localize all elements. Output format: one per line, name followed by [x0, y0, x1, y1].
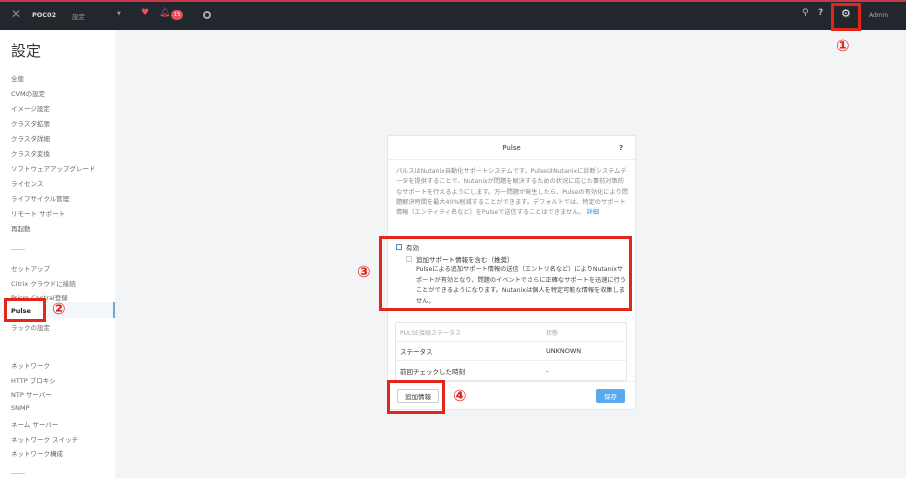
task-status-icon[interactable] [203, 11, 211, 19]
cluster-name: POC02 [32, 11, 57, 19]
sidebar-item[interactable]: イメージ設定 [11, 103, 50, 113]
sidebar-item-pulse-highlight: Pulse [11, 307, 31, 315]
sidebar-item[interactable]: Citrix クラウドに接続 [11, 278, 76, 288]
help-icon[interactable]: ? [619, 144, 623, 152]
user-menu[interactable]: Admin [869, 12, 888, 19]
sidebar-item[interactable]: HTTP プロキシ [11, 375, 56, 385]
sidebar-item[interactable]: ラックの設定 [11, 322, 50, 332]
sidebar-item[interactable]: 全般 [11, 73, 24, 83]
sidebar-item[interactable]: リモート サポート [11, 208, 65, 218]
help-icon[interactable]: ? [818, 8, 823, 18]
details-link[interactable]: 詳細 [587, 209, 599, 216]
sidebar-item[interactable]: ネットワーク構成 [11, 448, 63, 458]
annotation-box-3 [379, 236, 632, 311]
sidebar-item[interactable]: ネットワーク スイッチ [11, 434, 78, 444]
sidebar-item[interactable]: 再起動 [11, 223, 31, 233]
sidebar-item[interactable]: ライフサイクル管理 [11, 193, 69, 203]
sidebar-item[interactable]: ソフトウェアアップグレード [11, 163, 96, 173]
divider [11, 473, 25, 474]
annotation-3: ③ [357, 262, 371, 281]
sidebar-item[interactable]: CVMの設定 [11, 88, 45, 98]
dialog-title: Pulse [502, 143, 521, 152]
annotation-4: ④ [453, 386, 467, 405]
sidebar-item[interactable]: ネットワーク [11, 360, 50, 370]
table-header: PULSE接続ステータス 状態 [396, 323, 626, 342]
sidebar-item[interactable]: クラスタ詳細 [11, 133, 50, 143]
page-title: 設定 [11, 42, 42, 60]
table-row: 前回チェックした時刻 - [400, 366, 549, 376]
table-row: ステータス UNKNOWN [396, 342, 626, 361]
health-heart-icon[interactable]: ♥ [141, 8, 149, 18]
sidebar-item[interactable]: クラスタ拡張 [11, 118, 50, 128]
alert-bell-icon[interactable]: 🔔︎ [159, 8, 170, 18]
chevron-down-icon[interactable]: ▼ [117, 11, 121, 17]
annotation-box-4 [387, 380, 445, 414]
sidebar-item[interactable]: クラスタ変換 [11, 148, 50, 158]
sidebar-item[interactable]: NTP サーバー [11, 389, 52, 399]
divider [11, 249, 25, 250]
annotation-box-1 [831, 3, 861, 31]
annotation-1: ① [836, 36, 850, 55]
sidebar-item[interactable]: ライセンス [11, 178, 43, 188]
search-icon[interactable]: ⚲ [802, 8, 809, 18]
dialog-header: Pulse ? [388, 136, 635, 160]
pulse-description: パルスはNutanix自動化サポートシステムです。PulseはNutanixに診… [396, 168, 628, 217]
save-button[interactable]: 保存 [596, 389, 625, 403]
sidebar-item[interactable]: セットアップ [11, 263, 50, 273]
sidebar: 設定 全般 CVMの設定 イメージ設定 クラスタ拡張 クラスタ詳細 クラスタ変換… [0, 30, 115, 478]
alert-count-badge[interactable]: 15 [171, 10, 183, 20]
main-menu[interactable]: 設定 [72, 11, 85, 21]
sidebar-item[interactable]: SNMP [11, 404, 30, 412]
sidebar-item[interactable]: ネーム サーバー [11, 419, 58, 429]
top-bar: ✕ POC02 設定 ▼ ♥ 🔔︎ 15 ⚲ ? ⚙ Admin [0, 0, 906, 30]
close-icon[interactable]: ✕ [11, 7, 21, 21]
pulse-status-table: PULSE接続ステータス 状態 ステータス UNKNOWN 前回チェックした時刻 - [395, 322, 627, 381]
annotation-2: ② [52, 299, 66, 318]
